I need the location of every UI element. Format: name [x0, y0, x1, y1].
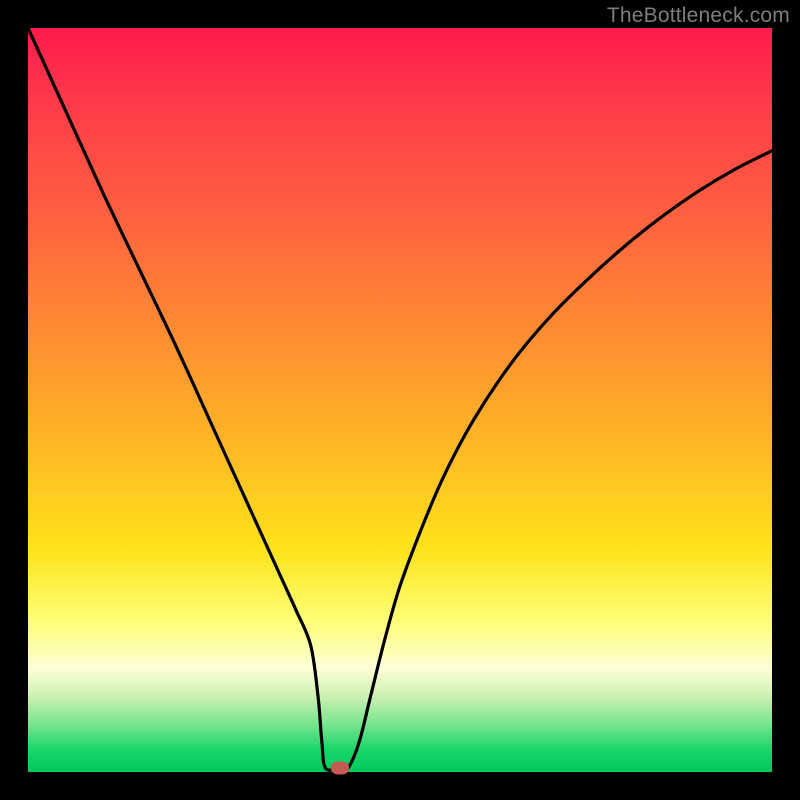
bottleneck-curve [28, 28, 772, 772]
optimum-marker [331, 762, 349, 775]
plot-area [28, 28, 772, 772]
watermark-text: TheBottleneck.com [607, 4, 790, 28]
chart-frame: TheBottleneck.com [0, 0, 800, 800]
